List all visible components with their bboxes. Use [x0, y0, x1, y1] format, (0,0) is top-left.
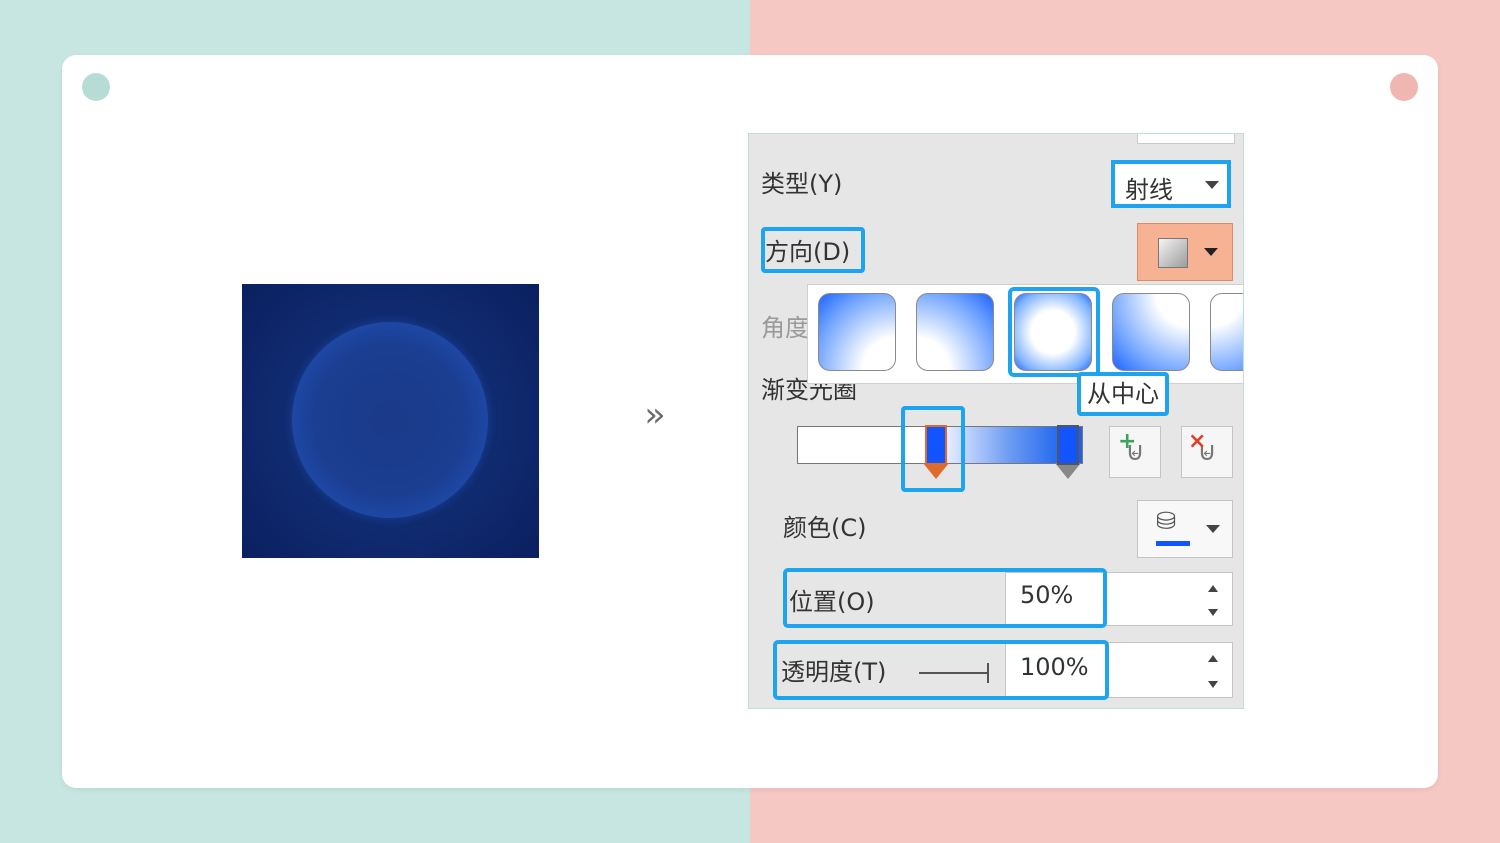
- direction-swatch-icon: [1158, 238, 1188, 268]
- double-chevron-right-icon: ››: [644, 395, 665, 435]
- color-indicator: [1156, 541, 1190, 546]
- direction-dropdown[interactable]: [1137, 223, 1233, 281]
- direction-label: 方向(D): [765, 238, 851, 266]
- transparency-slider[interactable]: [919, 672, 989, 674]
- type-label: 类型(Y): [761, 170, 843, 198]
- plus-icon: +: [1118, 429, 1137, 454]
- angle-label: 角度: [761, 314, 809, 342]
- type-dropdown[interactable]: 射线: [1111, 160, 1231, 208]
- color-picker-button[interactable]: ⛁: [1137, 500, 1233, 558]
- direction-tile-bottom-right[interactable]: [1210, 293, 1243, 371]
- selected-tile-highlight: [1008, 287, 1100, 377]
- direction-tile-bottom-left[interactable]: [1112, 293, 1190, 371]
- gradient-stop[interactable]: [1057, 425, 1079, 465]
- chevron-down-icon: [1206, 525, 1220, 533]
- decor-dot-left: [82, 73, 110, 101]
- chevron-down-icon: [1204, 248, 1218, 256]
- paint-bucket-icon: ⛁: [1156, 507, 1177, 535]
- spin-up-icon[interactable]: [1208, 585, 1218, 592]
- remove-gradient-stop-button[interactable]: × ⊌: [1181, 426, 1233, 478]
- decor-dot-right: [1390, 73, 1418, 101]
- transparency-label: 透明度(T): [781, 658, 887, 686]
- spin-up-icon[interactable]: [1208, 655, 1218, 662]
- chevron-down-icon: [1205, 181, 1219, 189]
- close-icon: ×: [1188, 429, 1207, 454]
- direction-gallery: [807, 284, 1243, 384]
- transparency-slider-handle[interactable]: [987, 663, 989, 683]
- gradient-format-panel: 类型(Y) 射线 方向(D) 角度 渐变光圈 从中心 + ⊌ × ⊌ 颜色(C)…: [748, 133, 1244, 709]
- direction-tooltip: 从中心: [1077, 372, 1169, 416]
- direction-tile-top-left[interactable]: [818, 293, 896, 371]
- spin-down-icon[interactable]: [1208, 681, 1218, 688]
- type-value: 射线: [1125, 176, 1173, 204]
- position-label: 位置(O): [789, 588, 875, 616]
- stop-pointer-icon: [1055, 463, 1081, 479]
- direction-tile-top-right[interactable]: [916, 293, 994, 371]
- color-label: 颜色(C): [783, 514, 867, 542]
- preview-circle: [292, 322, 488, 518]
- gradient-preview: [242, 284, 539, 558]
- add-gradient-stop-button[interactable]: + ⊌: [1109, 426, 1161, 478]
- slide-card: ›› 类型(Y) 射线 方向(D) 角度 渐变光圈 从中心 + ⊌ × ⊌ 颜色…: [62, 55, 1438, 788]
- gradient-stop-highlight: [901, 406, 965, 492]
- spin-down-icon[interactable]: [1208, 609, 1218, 616]
- panel-top-box: [1137, 134, 1235, 144]
